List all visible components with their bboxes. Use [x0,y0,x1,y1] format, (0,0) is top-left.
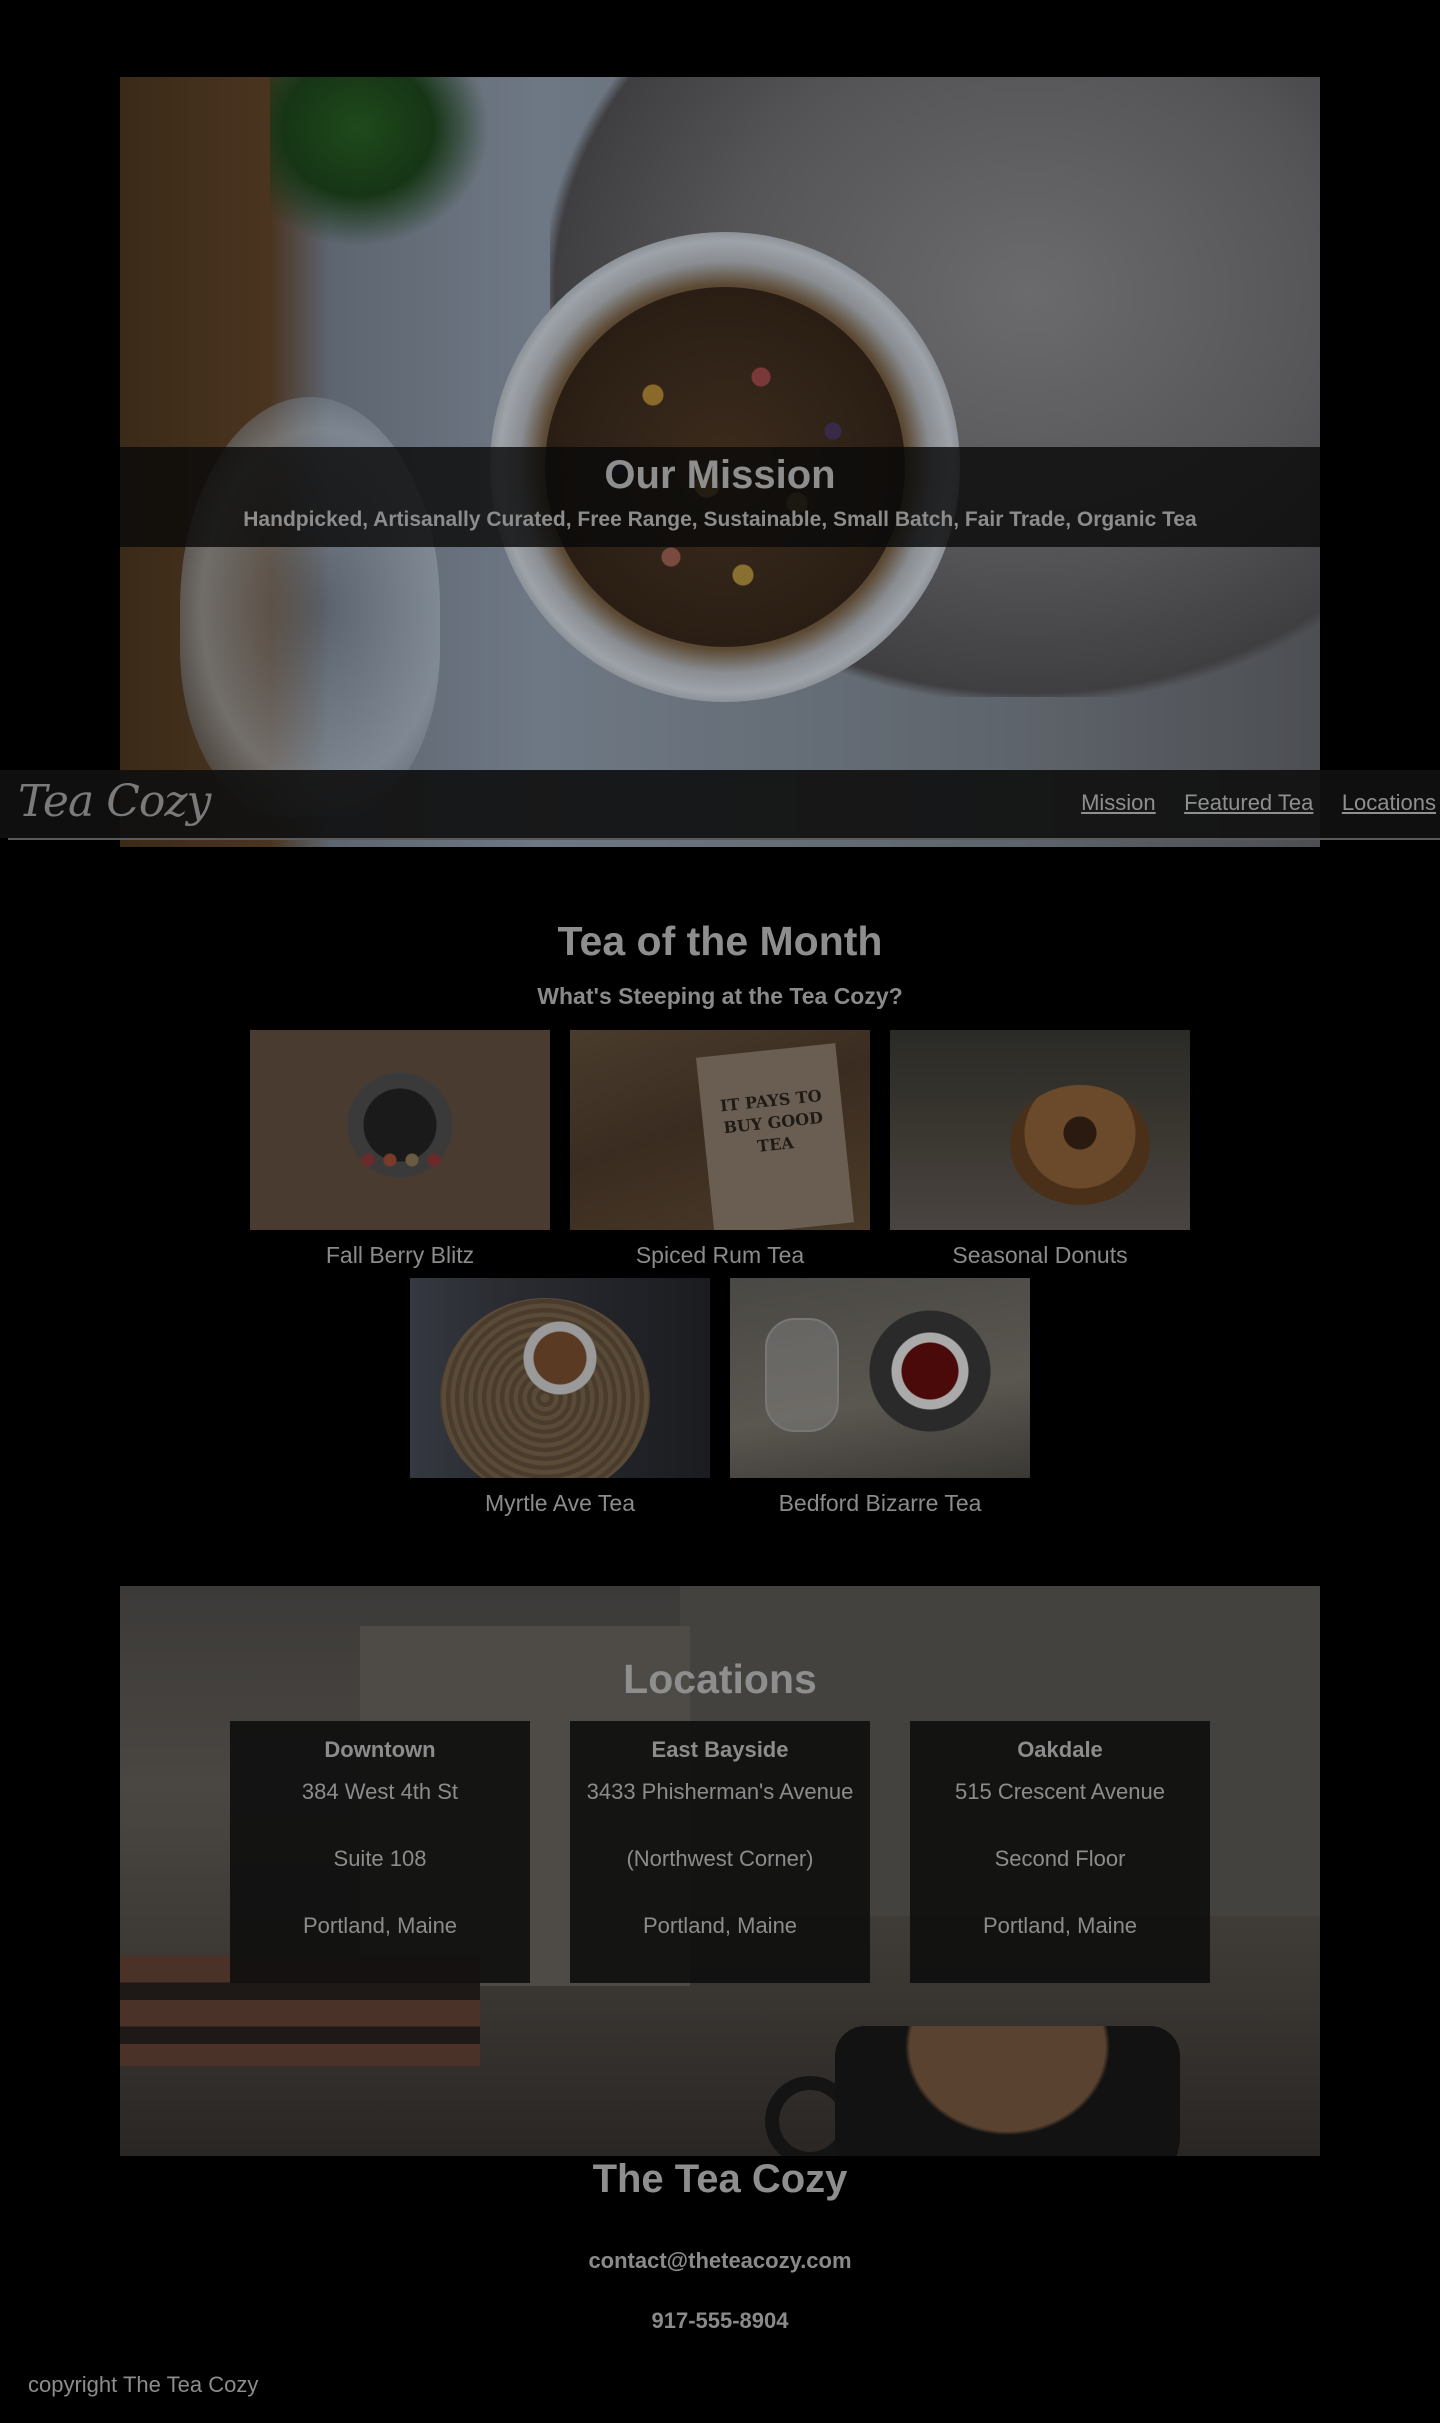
mission-hero: Our Mission Handpicked, Artisanally Cura… [120,77,1320,847]
tea-image[interactable] [890,1030,1190,1230]
main-nav: Mission Featured Tea Locations [1057,790,1436,816]
location-city: Portland, Maine [302,1913,458,1938]
location-suite: (Northwest Corner) [626,1846,814,1871]
tea-image[interactable]: IT PAYS TO BUY GOOD TEA [570,1030,870,1230]
tea-caption: Myrtle Ave Tea [484,1490,635,1516]
tea-tile-spiced-rum-tea[interactable]: IT PAYS TO BUY GOOD TEA Spiced Rum Tea [570,1030,870,1269]
tea-caption: Bedford Bizarre Tea [778,1490,982,1516]
site-header: Tea Cozy Mission Featured Tea Locations [0,770,1440,840]
location-name: Downtown [324,1737,436,1762]
location-suite: Suite 108 [333,1846,427,1871]
tea-of-month-title: Tea of the Month [557,918,883,964]
copyright-text: copyright The Tea Cozy [28,2372,259,2397]
tea-tile-myrtle-ave-tea[interactable]: Myrtle Ave Tea [410,1278,710,1517]
location-name: East Bayside [651,1737,789,1762]
footer-title: The Tea Cozy [592,2157,848,2201]
location-city: Portland, Maine [642,1913,798,1938]
location-address: 515 Crescent Avenue [955,1779,1165,1804]
header-divider [8,838,1440,840]
footer-phone[interactable]: 917-555-8904 [0,2308,1440,2334]
location-address: 384 West 4th St [301,1779,459,1804]
tea-caption: Seasonal Donuts [952,1242,1128,1268]
mission-banner: Our Mission Handpicked, Artisanally Cura… [120,447,1320,547]
location-address: 3433 Phisherman's Avenue [586,1779,854,1804]
location-card-east-bayside: East Bayside 3433 Phisherman's Avenue (N… [570,1721,870,1983]
tea-tile-seasonal-donuts[interactable]: Seasonal Donuts [890,1030,1190,1269]
tea-caption: Spiced Rum Tea [635,1242,805,1268]
coffee-cup-image [835,2026,1180,2156]
footer-email[interactable]: contact@theteacozy.com [0,2248,1440,2274]
location-card-downtown: Downtown 384 West 4th St Suite 108 Portl… [230,1721,530,1983]
tea-of-month-subtitle: What's Steeping at the Tea Cozy? [537,983,903,1009]
mission-subtitle: Handpicked, Artisanally Curated, Free Ra… [243,508,1197,531]
location-city: Portland, Maine [982,1913,1138,1938]
location-name: Oakdale [1017,1737,1103,1762]
logo[interactable]: Tea Cozy [18,776,211,827]
locations-title: Locations [623,1656,817,1702]
nav-link-locations[interactable]: Locations [1342,790,1436,816]
tea-tile-fall-berry-blitz[interactable]: Fall Berry Blitz [250,1030,550,1269]
location-card-oakdale: Oakdale 515 Crescent Avenue Second Floor… [910,1721,1210,1983]
tea-image[interactable] [410,1278,710,1478]
tea-box: IT PAYS TO BUY GOOD TEA [695,1043,855,1230]
tea-caption: Fall Berry Blitz [325,1242,475,1268]
tea-box-text: IT PAYS TO BUY GOOD TEA [719,1085,824,1156]
tea-image[interactable] [250,1030,550,1230]
nav-link-mission[interactable]: Mission [1081,790,1156,816]
location-suite: Second Floor [994,1846,1126,1871]
locations-section: Locations Downtown 384 West 4th St Suite… [120,1586,1320,2156]
leaf-decoration [270,77,490,247]
tea-tile-bedford-bizarre-tea[interactable]: Bedford Bizarre Tea [730,1278,1030,1517]
tea-image[interactable] [730,1278,1030,1478]
nav-link-featured-tea[interactable]: Featured Tea [1184,790,1313,816]
mission-title: Our Mission [604,453,836,497]
